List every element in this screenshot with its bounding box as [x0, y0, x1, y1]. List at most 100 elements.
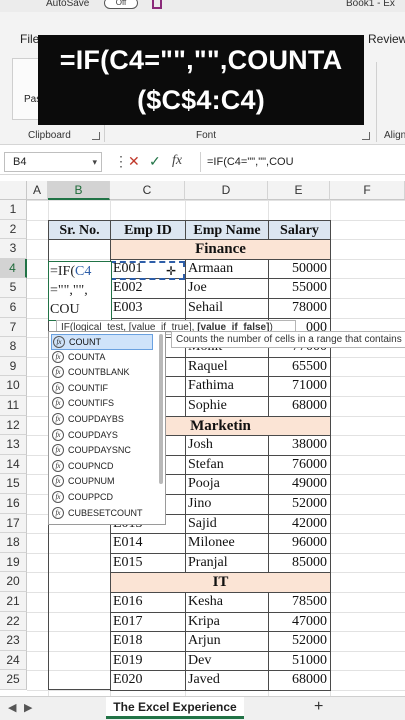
row-header-19[interactable]: 19 — [0, 552, 27, 573]
autocomplete-item[interactable]: fx COUNTIFS — [51, 396, 153, 412]
table-cell[interactable]: Pranjal — [185, 553, 268, 573]
table-cell[interactable]: Kesha — [185, 592, 268, 612]
table-cell[interactable]: 55000 — [268, 278, 330, 298]
table-cell[interactable]: 50000 — [268, 259, 330, 279]
row-header-6[interactable]: 6 — [0, 298, 27, 318]
row-header-12[interactable]: 12 — [0, 415, 27, 436]
column-header-a[interactable]: A — [27, 181, 48, 200]
table-cell[interactable]: Sophie — [185, 396, 268, 416]
clipboard-launcher-icon[interactable] — [92, 132, 100, 140]
table-cell[interactable]: 51000 — [268, 651, 330, 671]
table-cell[interactable]: Dev — [185, 651, 268, 671]
table-cell[interactable]: Joe — [185, 278, 268, 298]
table-cell[interactable]: Kripa — [185, 612, 268, 632]
column-header-e[interactable]: E — [268, 181, 330, 200]
table-cell[interactable]: E003 — [110, 298, 185, 318]
select-all-corner[interactable] — [0, 181, 27, 200]
column-header-d[interactable]: D — [185, 181, 268, 200]
cancel-icon[interactable]: ✕ — [128, 153, 140, 169]
table-cell[interactable]: Sehail — [185, 298, 268, 318]
row-header-17[interactable]: 17 — [0, 513, 27, 534]
table-cell[interactable]: 42000 — [268, 514, 330, 534]
spreadsheet-grid[interactable]: ABCDEF 1 2 3 4 5 6 7 8 9 10 11 12 13 14 15 16 17 18 19 20 21… — [0, 181, 405, 696]
table-cell[interactable]: Jino — [185, 494, 268, 514]
table-cell[interactable]: 85000 — [268, 553, 330, 573]
table-cell[interactable]: E015 — [110, 553, 185, 573]
autocomplete-item[interactable]: fx COUPDAYSNC — [51, 443, 153, 459]
autocomplete-item[interactable]: fx COUPNUM — [51, 474, 153, 490]
row-header-1[interactable]: 1 — [0, 200, 27, 220]
tab-review[interactable]: Review — [368, 32, 405, 46]
table-cell[interactable]: Pooja — [185, 474, 268, 494]
enter-icon[interactable]: ✓ — [149, 153, 161, 169]
table-cell[interactable]: E016 — [110, 592, 185, 612]
table-cell[interactable]: E019 — [110, 651, 185, 671]
autocomplete-item[interactable]: fx COUNT — [51, 334, 153, 350]
table-cell[interactable]: 65500 — [268, 357, 330, 377]
row-header-5[interactable]: 5 — [0, 278, 27, 298]
autocomplete-item[interactable]: fx COUPPCD — [51, 490, 153, 506]
table-cell[interactable]: Raquel — [185, 357, 268, 377]
table-cell[interactable]: 49000 — [268, 474, 330, 494]
name-box[interactable]: B4 ▾ — [4, 152, 102, 172]
table-cell[interactable]: E014 — [110, 533, 185, 553]
row-header-10[interactable]: 10 — [0, 376, 27, 396]
prev-sheet-icon[interactable]: ◀ — [8, 701, 16, 714]
column-header-f[interactable]: F — [330, 181, 405, 200]
row-header-21[interactable]: 21 — [0, 592, 27, 612]
add-sheet-button[interactable]: + — [314, 698, 323, 716]
row-header-23[interactable]: 23 — [0, 631, 27, 651]
row-header-4[interactable]: 4 — [0, 258, 27, 279]
table-cell[interactable]: 47000 — [268, 612, 330, 632]
table-cell[interactable]: 78500 — [268, 592, 330, 612]
table-cell[interactable]: E017 — [110, 612, 185, 632]
row-header-3[interactable]: 3 — [0, 239, 27, 259]
row-header-14[interactable]: 14 — [0, 454, 27, 475]
row-header-18[interactable]: 18 — [0, 533, 27, 553]
row-header-7[interactable]: 7 — [0, 317, 27, 338]
table-cell[interactable]: 68000 — [268, 396, 330, 416]
autocomplete-item[interactable]: fx COUNTIF — [51, 381, 153, 397]
table-cell[interactable]: Javed — [185, 670, 268, 690]
table-cell[interactable]: E018 — [110, 631, 185, 651]
formula-input[interactable]: =IF(C4="","",COU — [200, 152, 404, 172]
row-header-13[interactable]: 13 — [0, 435, 27, 455]
insert-function-icon[interactable]: fx — [172, 153, 182, 169]
autocomplete-scrollbar[interactable] — [159, 334, 163, 484]
table-cell[interactable]: E020 — [110, 670, 185, 690]
row-header-15[interactable]: 15 — [0, 474, 27, 494]
table-cell[interactable]: 68000 — [268, 670, 330, 690]
sheet-tab-active[interactable]: The Excel Experience — [106, 697, 244, 719]
autocomplete-item[interactable]: fx COUNTA — [51, 350, 153, 366]
autocomplete-item[interactable]: fx COUPNCD — [51, 459, 153, 475]
row-header-25[interactable]: 25 — [0, 670, 27, 690]
cell-b4-editor[interactable]: =IF(C4 ="","", COU — [48, 261, 112, 321]
row-header-22[interactable]: 22 — [0, 611, 27, 632]
table-cell[interactable]: 38000 — [268, 435, 330, 455]
save-icon[interactable] — [152, 0, 162, 9]
table-cell[interactable]: E002 — [110, 278, 185, 298]
row-header-16[interactable]: 16 — [0, 494, 27, 514]
table-cell[interactable]: Milonee — [185, 533, 268, 553]
table-cell[interactable]: Stefan — [185, 455, 268, 475]
table-cell[interactable]: 76000 — [268, 455, 330, 475]
next-sheet-icon[interactable]: ▶ — [24, 701, 32, 714]
row-header-24[interactable]: 24 — [0, 650, 27, 671]
tab-file[interactable]: File — [20, 32, 39, 46]
row-header-9[interactable]: 9 — [0, 356, 27, 377]
table-cell[interactable]: Josh — [185, 435, 268, 455]
row-header-11[interactable]: 11 — [0, 396, 27, 416]
table-cell[interactable]: Armaan — [185, 259, 268, 279]
autocomplete-item[interactable]: fx COUPDAYS — [51, 428, 153, 444]
table-cell[interactable]: 96000 — [268, 533, 330, 553]
autosave-toggle[interactable]: Off — [104, 0, 138, 9]
table-cell[interactable]: 71000 — [268, 376, 330, 396]
autocomplete-item[interactable]: fx COUNTBLANK — [51, 365, 153, 381]
table-cell[interactable]: Arjun — [185, 631, 268, 651]
row-header-2[interactable]: 2 — [0, 219, 27, 240]
function-autocomplete-list[interactable]: fx COUNT fx COUNTA fx COUNTBLANK fx COUNTIF fx CO… — [48, 331, 166, 525]
column-header-b[interactable]: B — [48, 181, 110, 200]
table-cell[interactable]: 78000 — [268, 298, 330, 318]
row-header-8[interactable]: 8 — [0, 337, 27, 357]
table-cell[interactable]: Fathima — [185, 376, 268, 396]
